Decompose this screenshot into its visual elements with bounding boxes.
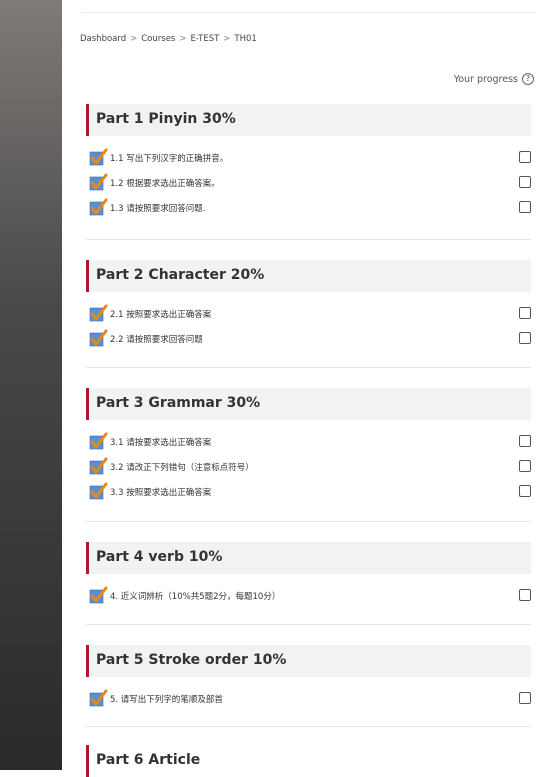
activity-item[interactable]: 5. 请写出下列字的笔顺及部首 [86, 686, 531, 711]
section-divider [86, 624, 531, 625]
completion-checkbox[interactable] [519, 460, 531, 472]
breadcrumb-separator: > [179, 34, 187, 44]
completion-checkbox[interactable] [519, 176, 531, 188]
section-part-3: Part 3 Grammar 30% 3.1 请按要求选出正确答案 3.2 请改… [86, 388, 531, 504]
completion-checkbox[interactable] [519, 307, 531, 319]
quiz-check-icon [89, 586, 108, 604]
activity-label[interactable]: 2.2 请按照要求回答问题 [110, 333, 203, 345]
completion-checkbox[interactable] [519, 332, 531, 344]
section-divider [86, 726, 531, 727]
section-title[interactable]: Part 2 Character 20% [96, 267, 264, 283]
section-header: Part 3 Grammar 30% [86, 388, 531, 420]
breadcrumb-courses[interactable]: Courses [141, 34, 175, 44]
completion-checkbox[interactable] [519, 589, 531, 601]
section-part-4: Part 4 verb 10% 4. 近义词辨析（10%共5题2分，每题10分） [86, 542, 531, 608]
quiz-check-icon [89, 304, 108, 322]
activity-label[interactable]: 4. 近义词辨析（10%共5题2分，每题10分） [110, 590, 280, 602]
breadcrumb: Dashboard > Courses > E-TEST > TH01 [80, 34, 257, 44]
quiz-check-icon [89, 689, 108, 707]
section-part-6: Part 6 Article [86, 745, 531, 777]
section-header: Part 1 Pinyin 30% [86, 104, 531, 136]
section-title[interactable]: Part 4 verb 10% [96, 549, 222, 565]
activity-label[interactable]: 1.2 根据要求选出正确答案。 [110, 177, 220, 189]
section-title[interactable]: Part 1 Pinyin 30% [96, 111, 236, 127]
section-header: Part 6 Article [86, 745, 531, 777]
question-circle-icon[interactable]: ? [522, 73, 534, 85]
section-divider [86, 239, 531, 240]
section-header: Part 4 verb 10% [86, 542, 531, 574]
section-part-2: Part 2 Character 20% 2.1 按照要求选出正确答案 2.2 … [86, 260, 531, 351]
breadcrumb-dashboard[interactable]: Dashboard [80, 34, 126, 44]
quiz-check-icon [89, 482, 108, 500]
activity-item[interactable]: 1.2 根据要求选出正确答案。 [86, 170, 531, 195]
quiz-check-icon [89, 198, 108, 216]
activity-item[interactable]: 2.2 请按照要求回答问题 [86, 326, 531, 351]
breadcrumb-course[interactable]: E-TEST [190, 34, 219, 44]
section-header: Part 2 Character 20% [86, 260, 531, 292]
activity-item[interactable]: 3.3 按照要求选出正确答案 [86, 479, 531, 504]
activity-item[interactable]: 3.2 请改正下列错句（注意标点符号） [86, 454, 531, 479]
activity-item[interactable]: 3.1 请按要求选出正确答案 [86, 429, 531, 454]
activity-label[interactable]: 3.1 请按要求选出正确答案 [110, 436, 211, 448]
activity-label[interactable]: 1.1 写出下列汉字的正确拼音。 [110, 152, 228, 164]
left-sidebar [0, 0, 62, 770]
section-part-5: Part 5 Stroke order 10% 5. 请写出下列字的笔顺及部首 [86, 645, 531, 711]
activity-label[interactable]: 2.1 按照要求选出正确答案 [110, 308, 211, 320]
breadcrumb-separator: > [223, 34, 231, 44]
completion-checkbox[interactable] [519, 201, 531, 213]
activity-item[interactable]: 2.1 按照要求选出正确答案 [86, 301, 531, 326]
activity-label[interactable]: 5. 请写出下列字的笔顺及部首 [110, 693, 223, 705]
quiz-check-icon [89, 329, 108, 347]
section-header: Part 5 Stroke order 10% [86, 645, 531, 677]
activity-label[interactable]: 3.2 请改正下列错句（注意标点符号） [110, 461, 254, 473]
completion-checkbox[interactable] [519, 435, 531, 447]
activity-item[interactable]: 1.1 写出下列汉字的正确拼音。 [86, 145, 531, 170]
completion-checkbox[interactable] [519, 151, 531, 163]
your-progress-label: Your progress [453, 73, 518, 85]
quiz-check-icon [89, 173, 108, 191]
section-title[interactable]: Part 3 Grammar 30% [96, 395, 260, 411]
quiz-check-icon [89, 432, 108, 450]
activity-item[interactable]: 4. 近义词辨析（10%共5题2分，每题10分） [86, 583, 531, 608]
quiz-check-icon [89, 148, 108, 166]
section-divider [86, 367, 531, 368]
section-title[interactable]: Part 6 Article [96, 752, 200, 768]
section-part-1: Part 1 Pinyin 30% 1.1 写出下列汉字的正确拼音。 1.2 根… [86, 104, 531, 220]
activity-label[interactable]: 1.3 请按照要求回答问题. [110, 202, 205, 214]
completion-checkbox[interactable] [519, 485, 531, 497]
main-content: Dashboard > Courses > E-TEST > TH01 Your… [62, 0, 536, 777]
completion-checkbox[interactable] [519, 692, 531, 704]
section-divider [86, 521, 531, 522]
breadcrumb-section[interactable]: TH01 [234, 34, 256, 44]
your-progress-header: Your progress ? [454, 73, 534, 85]
top-divider [82, 12, 536, 13]
activity-item[interactable]: 1.3 请按照要求回答问题. [86, 195, 531, 220]
quiz-check-icon [89, 457, 108, 475]
breadcrumb-separator: > [130, 34, 138, 44]
activity-label[interactable]: 3.3 按照要求选出正确答案 [110, 486, 211, 498]
section-title[interactable]: Part 5 Stroke order 10% [96, 652, 286, 668]
